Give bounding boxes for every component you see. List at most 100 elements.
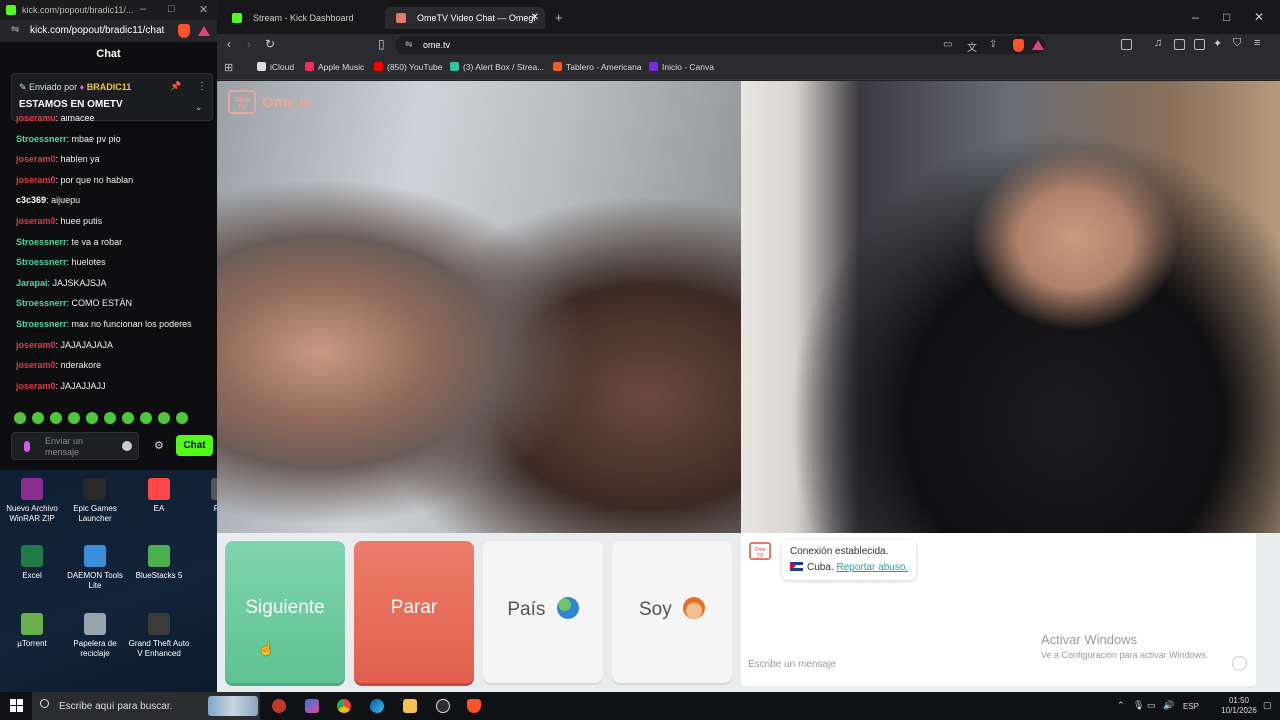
tab-search-icon[interactable]	[1121, 39, 1132, 50]
site-settings-icon[interactable]: ⇋	[11, 24, 19, 35]
report-abuse-link[interactable]: Reportar abuso.	[836, 562, 908, 573]
taskbar-search[interactable]: Escribe aquí para buscar.	[32, 692, 260, 720]
forward-icon[interactable]: ›	[247, 37, 251, 51]
pin-icon[interactable]: 📌	[170, 81, 181, 92]
microphone-icon[interactable]: 🎙	[1133, 700, 1144, 711]
chat-username[interactable]: joseram0	[16, 175, 56, 185]
maximize-icon[interactable]: □	[1223, 10, 1230, 24]
chevron-down-icon[interactable]: ⌄	[195, 102, 203, 113]
bookmark-item[interactable]: (3) Alert Box / Strea...	[450, 62, 544, 72]
network-icon[interactable]: ▭	[1147, 700, 1156, 711]
bookmark-item[interactable]: Apple Music	[305, 62, 364, 72]
pinned-message[interactable]: ✎ Enviado por ♦ BRADIC11 ESTAMOS EN OMET…	[11, 73, 213, 121]
screen-share-icon[interactable]: ▭	[943, 39, 952, 50]
bookmark-item[interactable]: Inicio - Canva	[649, 62, 714, 72]
close-icon[interactable]: ✕	[199, 3, 208, 16]
emote-icon[interactable]	[158, 412, 170, 424]
more-options-icon[interactable]: ⋮	[197, 81, 207, 92]
gear-icon[interactable]: ⚙	[154, 439, 164, 452]
chat-username[interactable]: Stroessnerr	[16, 298, 67, 308]
site-info-icon[interactable]: ⇋	[405, 39, 413, 50]
chrome-app-icon[interactable]	[337, 699, 351, 713]
leo-ai-icon[interactable]: ✦	[1213, 37, 1222, 50]
next-button[interactable]: Siguiente	[225, 541, 345, 683]
country-button[interactable]: País	[483, 541, 603, 683]
media-icon[interactable]: ♫	[1154, 37, 1162, 49]
bookmark-icon[interactable]: ▯	[378, 37, 385, 51]
chat-username[interactable]: Stroessnerr	[16, 134, 67, 144]
desktop-shortcut[interactable]: Nuevo Archivo WinRAR ZIP	[0, 478, 64, 524]
brave-rewards-icon[interactable]	[198, 26, 210, 36]
emote-icon[interactable]	[176, 412, 188, 424]
translate-icon[interactable]: 文	[967, 39, 977, 54]
bookmark-item[interactable]: iCloud	[257, 62, 294, 72]
desktop-shortcut[interactable]: Grand Theft Auto V Enhanced	[127, 613, 191, 659]
brave-shield-icon[interactable]	[1013, 39, 1024, 52]
apps-grid-icon[interactable]: ⊞	[224, 61, 233, 74]
file-explorer-icon[interactable]	[403, 699, 417, 713]
chat-username[interactable]: joseram0	[16, 116, 56, 123]
maximize-icon[interactable]: □	[168, 3, 175, 15]
windows-start-icon[interactable]	[10, 699, 23, 712]
tab-kick-dashboard[interactable]: Stream - Kick Dashboard	[221, 7, 381, 29]
chat-username[interactable]: joseram0	[16, 360, 56, 370]
desktop-shortcut[interactable]: Excel	[0, 545, 64, 581]
edge-app-icon[interactable]	[370, 699, 384, 713]
volume-icon[interactable]: 🔊	[1163, 700, 1174, 711]
chat-username[interactable]: joseram0	[16, 154, 56, 164]
wallet-icon[interactable]	[1194, 39, 1205, 50]
page-scrollbar[interactable]	[1257, 533, 1280, 686]
close-icon[interactable]: ✕	[1254, 10, 1264, 24]
brave-shield-icon[interactable]	[178, 24, 190, 38]
emote-icon[interactable]	[140, 412, 152, 424]
chat-message-list[interactable]: joseram0: almacee Stroessnerr: mbae pv pi…	[16, 116, 216, 406]
emote-icon[interactable]	[104, 412, 116, 424]
gender-button[interactable]: Soy	[612, 541, 732, 683]
minimize-icon[interactable]: –	[1192, 10, 1199, 24]
bookmark-item[interactable]: Tablero - Americana	[553, 62, 642, 72]
brave-app-icon[interactable]	[467, 699, 481, 713]
minimize-icon[interactable]: –	[140, 3, 146, 15]
emote-icon[interactable]	[14, 412, 26, 424]
reload-icon[interactable]: ↻	[265, 37, 275, 51]
address-bar[interactable]: ⇋ ome.tv ▭ 文 ⇪	[395, 36, 1045, 54]
menu-icon[interactable]: ≡	[1254, 37, 1260, 49]
desktop-shortcut[interactable]: DAEMON Tools Lite	[63, 545, 127, 591]
copilot-app-icon[interactable]	[305, 699, 319, 713]
brave-rewards-icon[interactable]	[1032, 40, 1044, 50]
obs-app-icon[interactable]	[272, 699, 286, 713]
vpn-icon[interactable]: ⛉	[1233, 37, 1241, 50]
emoji-picker-icon[interactable]	[122, 441, 132, 451]
emote-icon[interactable]	[122, 412, 134, 424]
desktop-shortcut[interactable]: EA	[127, 478, 191, 514]
emoji-icon[interactable]	[1232, 656, 1247, 671]
stop-button[interactable]: Parar	[354, 541, 474, 683]
emote-icon[interactable]	[32, 412, 44, 424]
sidebar-icon[interactable]	[1174, 39, 1185, 50]
desktop-shortcut[interactable]: µTorrent	[0, 613, 64, 649]
new-tab-icon[interactable]: +	[555, 10, 563, 25]
steam-app-icon[interactable]	[436, 699, 450, 713]
chat-username[interactable]: Stroessnerr	[16, 257, 67, 267]
notifications-icon[interactable]: ▢	[1263, 700, 1272, 711]
chevron-up-icon[interactable]: ⌃	[1117, 700, 1125, 711]
bookmark-item[interactable]: (850) YouTube	[374, 62, 442, 72]
emote-icon[interactable]	[86, 412, 98, 424]
clock[interactable]: 01:50 10/1/2026	[1214, 696, 1264, 716]
chat-username[interactable]: c3c369	[16, 195, 46, 205]
share-icon[interactable]: ⇪	[989, 39, 997, 50]
desktop-shortcut[interactable]: Epic Games Launcher	[63, 478, 127, 524]
chat-username[interactable]: Stroessnerr	[16, 237, 67, 247]
emote-icon[interactable]	[50, 412, 62, 424]
chat-username[interactable]: joseram0	[16, 216, 56, 226]
close-tab-icon[interactable]: ✕	[531, 12, 539, 23]
desktop-shortcut[interactable]: BlueStacks 5	[127, 545, 191, 581]
back-icon[interactable]: ‹	[227, 37, 231, 51]
desktop-shortcut[interactable]: Papelera de reciclaje	[63, 613, 127, 659]
emote-icon[interactable]	[68, 412, 80, 424]
chat-username[interactable]: joseram0	[16, 381, 56, 391]
message-input[interactable]: Escribe un mensaje	[748, 659, 1248, 670]
language-indicator[interactable]: ESP	[1183, 702, 1199, 711]
chat-input[interactable]: Enviar un mensaje	[11, 432, 139, 460]
tab-ometv[interactable]: OmeTV Video Chat — Omegl ✕	[385, 7, 545, 29]
